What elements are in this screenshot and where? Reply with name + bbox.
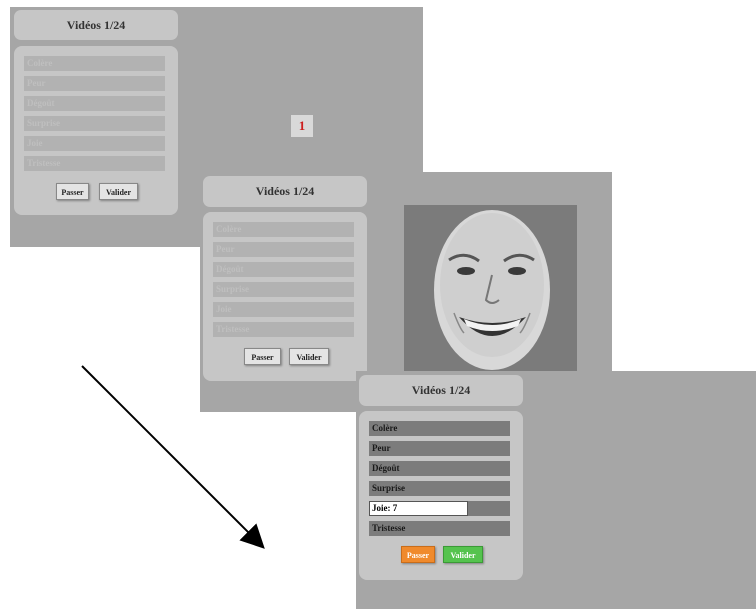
flow-arrow [81, 365, 265, 549]
arrow-line [81, 365, 265, 549]
